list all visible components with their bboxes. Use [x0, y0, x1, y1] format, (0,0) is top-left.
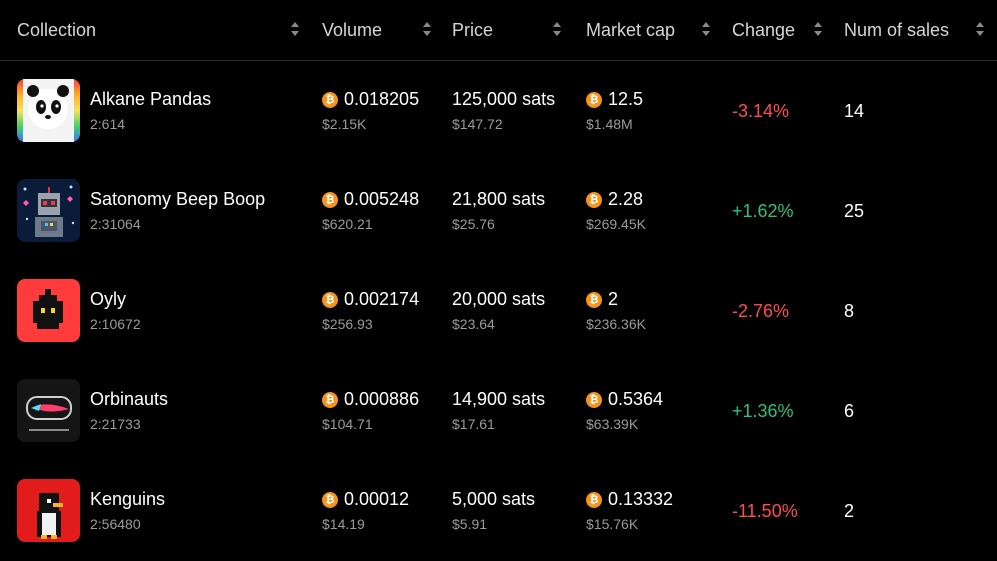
collection-name[interactable]: Kenguins	[90, 489, 165, 510]
collection-id: 2:10672	[90, 316, 141, 332]
sort-icon[interactable]	[814, 21, 822, 37]
num-sales-value: 14	[844, 101, 865, 121]
bitcoin-icon: ₿	[586, 491, 602, 508]
market-cap-usd: $1.48M	[586, 116, 633, 132]
collection-thumbnail	[17, 79, 80, 142]
price-usd: $17.61	[452, 416, 495, 432]
bitcoin-icon: ₿	[586, 291, 602, 308]
table-row[interactable]: Kenguins 2:56480 ₿ 0.00012 $14.19 5,000 s…	[0, 461, 997, 561]
change-value: +1.36%	[732, 401, 794, 421]
market-cap-usd: $63.39K	[586, 416, 639, 432]
sort-icon[interactable]	[423, 21, 431, 37]
bitcoin-icon: ₿	[322, 191, 338, 208]
market-cap-usd: $15.76K	[586, 516, 639, 532]
change-value: -2.76%	[732, 301, 790, 321]
market-cap-usd: $236.36K	[586, 316, 646, 332]
price-usd: $5.91	[452, 516, 488, 532]
table-row[interactable]: Alkane Pandas 2:614 ₿ 0.018205 $2.15K 125…	[0, 61, 997, 161]
num-sales-value: 25	[844, 201, 865, 221]
collection-id: 2:21733	[90, 416, 141, 432]
volume-usd: $620.21	[322, 216, 373, 232]
table-row[interactable]: Oyly 2:10672 ₿ 0.002174 $256.93 20,000 sa…	[0, 261, 997, 361]
collection-id: 2:31064	[90, 216, 141, 232]
change-value: +1.62%	[732, 201, 794, 221]
bitcoin-icon: ₿	[586, 191, 602, 208]
price-sats: 5,000 sats	[452, 489, 536, 509]
price-sats: 125,000 sats	[452, 89, 556, 109]
num-sales-value: 8	[844, 301, 855, 321]
bitcoin-icon: ₿	[322, 391, 338, 408]
collection-id: 2:614	[90, 116, 126, 132]
price-usd: $147.72	[452, 116, 503, 132]
column-header-volume[interactable]: Volume	[322, 0, 382, 60]
volume-btc: ₿ 0.005248	[322, 189, 419, 210]
table-row[interactable]: Orbinauts 2:21733 ₿ 0.000886 $104.71 14,9…	[0, 361, 997, 461]
volume-btc: ₿ 0.00012	[322, 489, 409, 510]
bitcoin-icon: ₿	[586, 91, 602, 108]
column-header-num-sales[interactable]: Num of sales	[844, 0, 949, 60]
volume-btc: ₿ 0.000886	[322, 389, 419, 410]
bitcoin-icon: ₿	[322, 291, 338, 308]
price-sats: 14,900 sats	[452, 389, 546, 409]
sort-icon[interactable]	[291, 21, 299, 37]
change-value: -11.50%	[732, 501, 798, 521]
market-cap-btc: ₿ 0.13332	[586, 489, 673, 510]
sort-icon[interactable]	[702, 21, 710, 37]
volume-btc: ₿ 0.018205	[322, 89, 419, 110]
market-cap-btc: ₿ 12.5	[586, 89, 643, 110]
table-row[interactable]: Satonomy Beep Boop 2:31064 ₿ 0.005248 $62…	[0, 161, 997, 261]
volume-btc: ₿ 0.002174	[322, 289, 419, 310]
market-cap-usd: $269.45K	[586, 216, 646, 232]
num-sales-value: 2	[844, 501, 855, 521]
collection-id: 2:56480	[90, 516, 141, 532]
collection-thumbnail	[17, 179, 80, 242]
price-sats: 21,800 sats	[452, 189, 546, 209]
bitcoin-icon: ₿	[322, 91, 338, 108]
change-value: -3.14%	[732, 101, 790, 121]
collection-thumbnail	[17, 279, 80, 342]
volume-usd: $14.19	[322, 516, 365, 532]
collection-name[interactable]: Oyly	[90, 289, 126, 310]
collection-name[interactable]: Alkane Pandas	[90, 89, 211, 110]
table-header: Collection Volume Price Market cap Chang…	[0, 0, 997, 61]
column-header-change[interactable]: Change	[732, 0, 795, 60]
price-usd: $23.64	[452, 316, 495, 332]
bitcoin-icon: ₿	[586, 391, 602, 408]
price-sats: 20,000 sats	[452, 289, 546, 309]
collection-name[interactable]: Satonomy Beep Boop	[90, 189, 265, 210]
column-header-market-cap[interactable]: Market cap	[586, 0, 675, 60]
collection-thumbnail	[17, 379, 80, 442]
volume-usd: $104.71	[322, 416, 373, 432]
volume-usd: $2.15K	[322, 116, 367, 132]
market-cap-btc: ₿ 0.5364	[586, 389, 663, 410]
num-sales-value: 6	[844, 401, 855, 421]
sort-icon[interactable]	[553, 21, 561, 37]
market-cap-btc: ₿ 2.28	[586, 189, 643, 210]
column-header-price[interactable]: Price	[452, 0, 493, 60]
bitcoin-icon: ₿	[322, 491, 338, 508]
collection-thumbnail	[17, 479, 80, 542]
sort-icon[interactable]	[976, 21, 984, 37]
collections-table: Collection Volume Price Market cap Chang…	[0, 0, 997, 559]
market-cap-btc: ₿ 2	[586, 289, 618, 310]
collection-name[interactable]: Orbinauts	[90, 389, 168, 410]
column-header-collection[interactable]: Collection	[17, 0, 96, 60]
volume-usd: $256.93	[322, 316, 373, 332]
price-usd: $25.76	[452, 216, 495, 232]
